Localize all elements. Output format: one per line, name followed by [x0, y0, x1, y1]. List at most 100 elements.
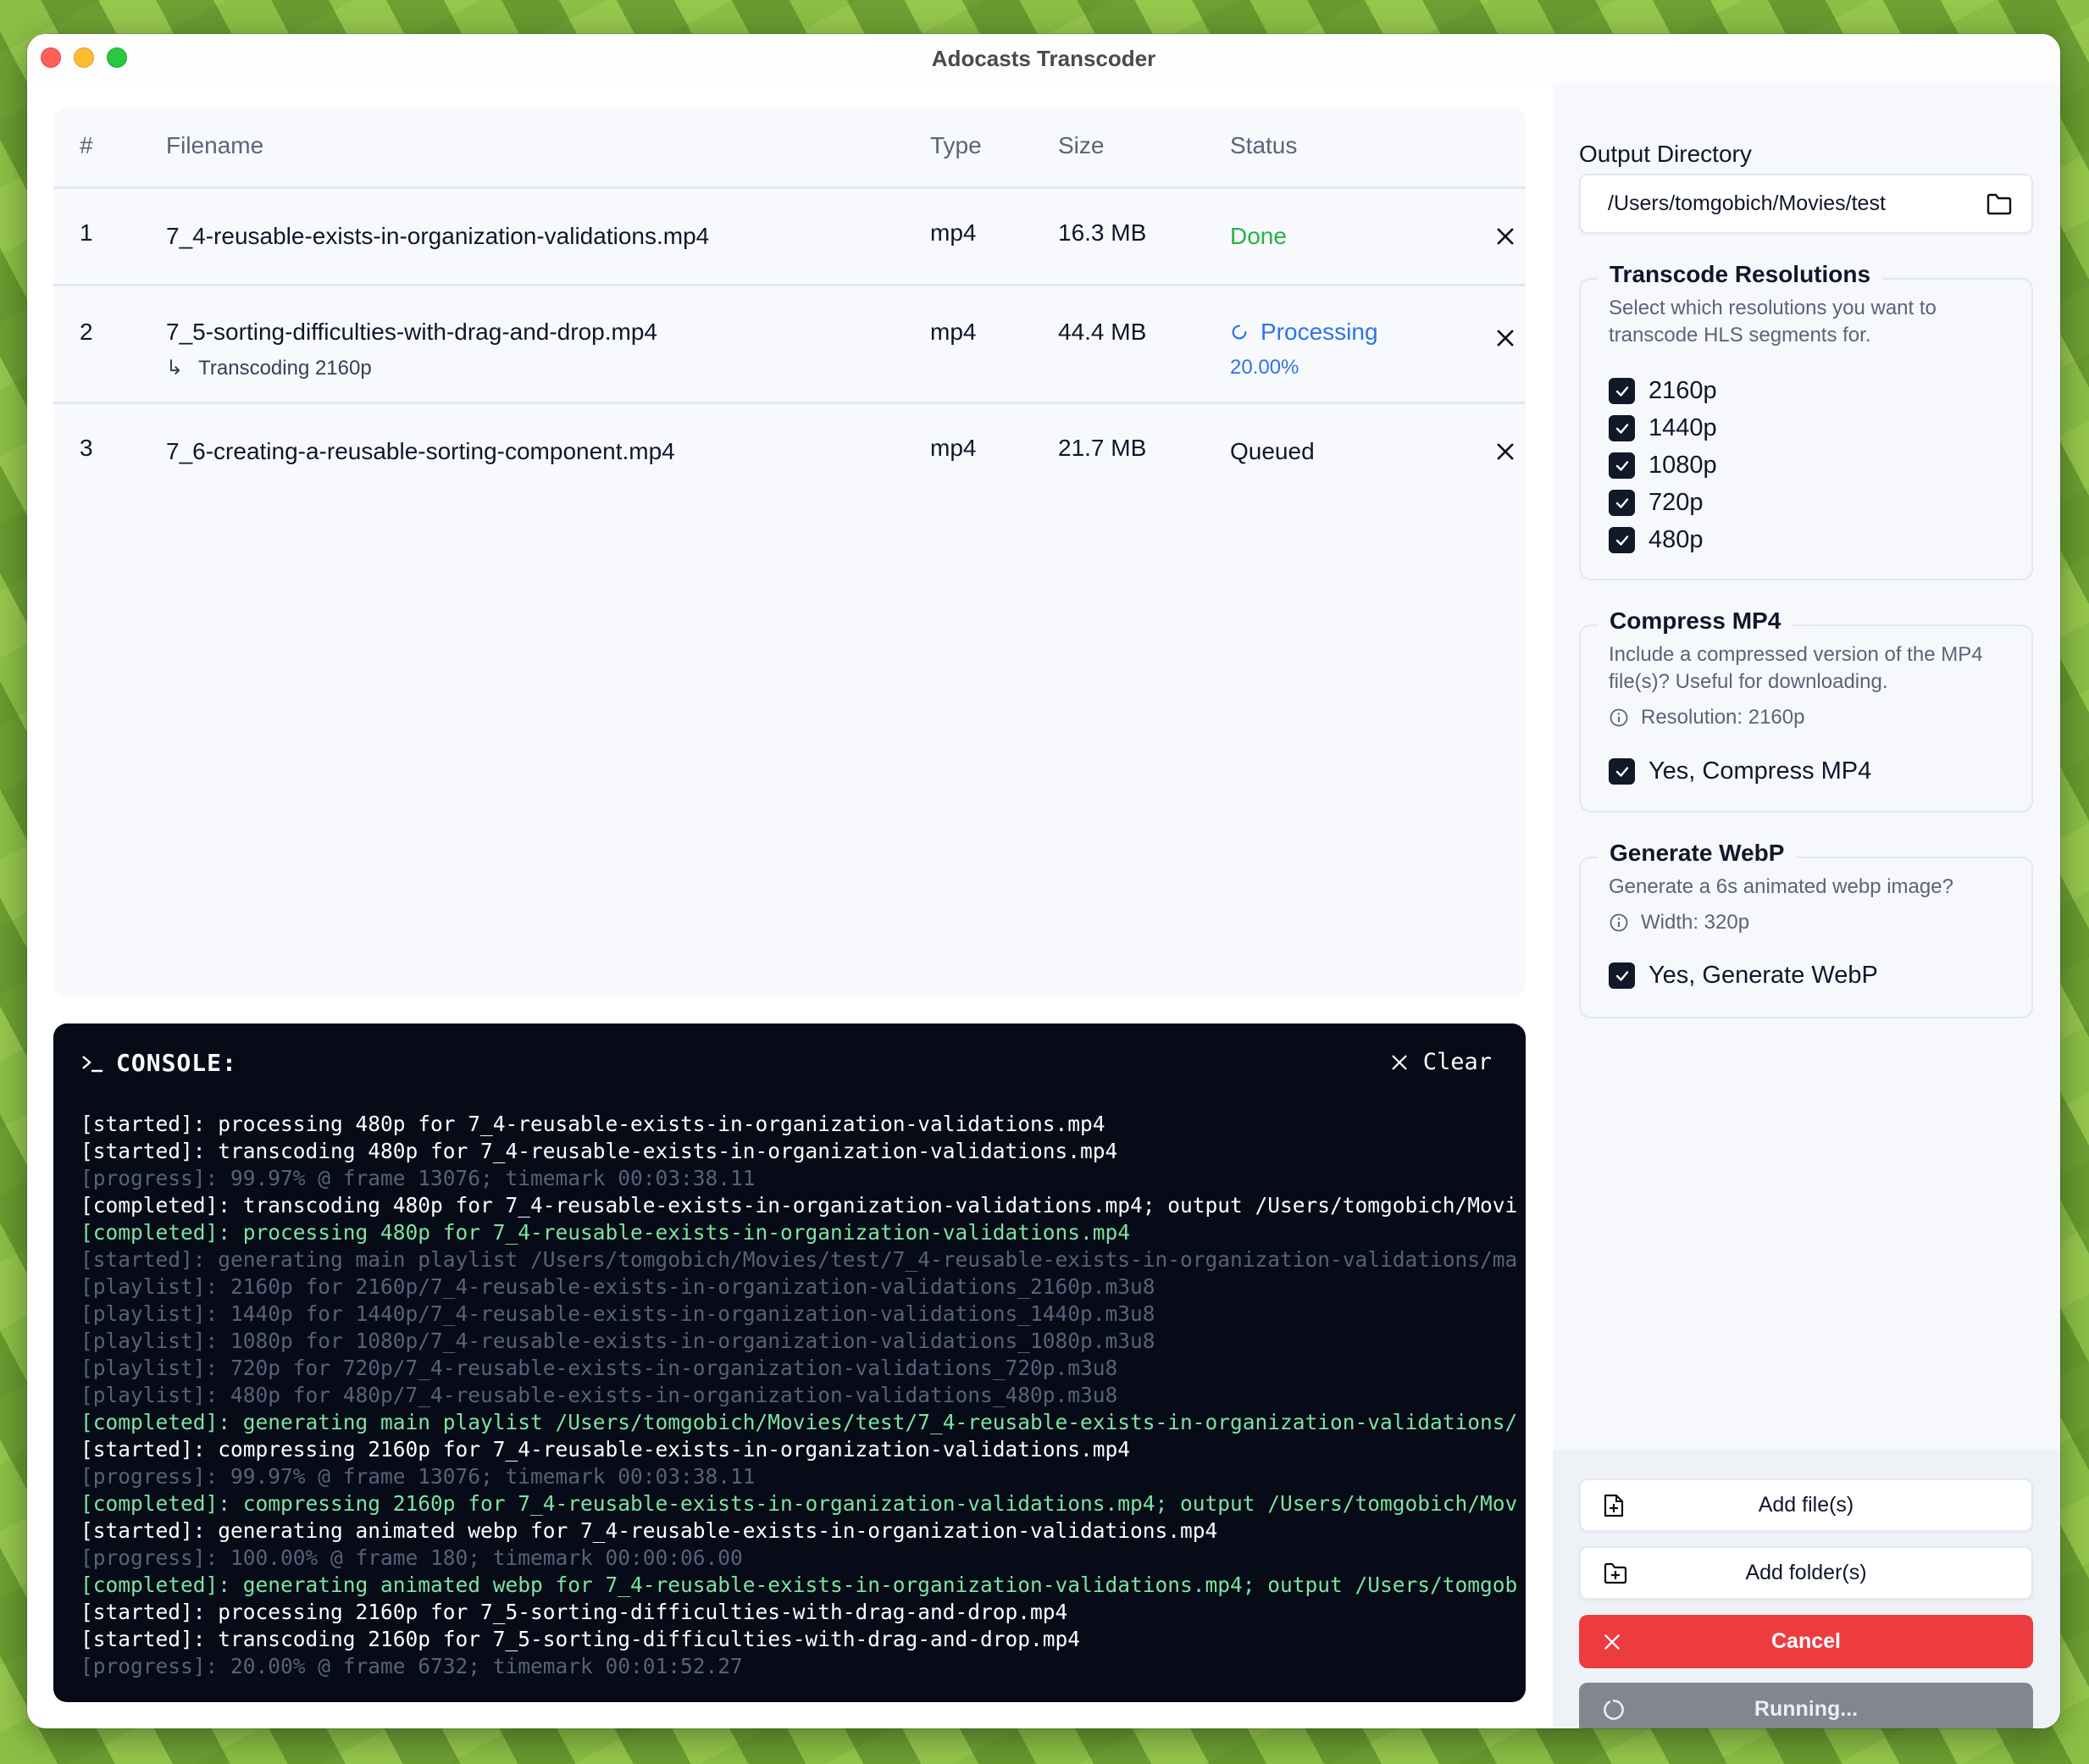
close-icon	[1391, 1054, 1407, 1070]
checkbox-label: 480p	[1648, 526, 1704, 553]
add-folders-button[interactable]: Add folder(s)	[1579, 1546, 2033, 1600]
close-window-button[interactable]	[41, 47, 61, 68]
info-icon	[1610, 913, 1628, 932]
console-panel: CONSOLE: Clear [started]: processing 480…	[53, 1023, 1526, 1702]
checkbox[interactable]	[1609, 378, 1635, 404]
console-line: [started]: generating animated webp for …	[80, 1518, 1218, 1543]
row-size: 21.7 MB	[1058, 435, 1147, 461]
info-icon	[1610, 708, 1628, 727]
console-line: [playlist]: 720p for 720p/7_4-reusable-e…	[80, 1356, 1118, 1380]
output-directory-field[interactable]	[1579, 174, 2033, 234]
app-window: Adocasts Transcoder # Filename Type Size…	[27, 34, 2060, 1728]
cancel-label: Cancel	[1771, 1629, 1841, 1653]
check-icon	[1615, 535, 1628, 546]
status-label: Processing	[1261, 319, 1378, 345]
row-size: 44.4 MB	[1058, 319, 1147, 345]
row-type: mp4	[930, 219, 977, 246]
console-line: [completed]: processing 480p for 7_4-reu…	[80, 1220, 1131, 1245]
checkbox[interactable]	[1609, 452, 1635, 479]
resolution-checkbox-1440p[interactable]: 1440p	[1609, 414, 1717, 442]
checkbox[interactable]	[1609, 490, 1635, 516]
subtask-arrow-icon: ↳	[166, 357, 184, 380]
generate-webp-checkbox[interactable]: Yes, Generate WebP	[1609, 962, 1878, 990]
compress-mp4-legend: Compress MP4	[1598, 607, 1793, 635]
checkbox[interactable]	[1609, 758, 1635, 785]
minimize-window-button[interactable]	[74, 47, 94, 68]
subtask-label: Transcoding 2160p	[198, 356, 372, 380]
header-filename: Filename	[166, 132, 264, 158]
row-num: 3	[80, 435, 93, 461]
console-line: [playlist]: 1080p for 1080p/7_4-reusable…	[80, 1329, 1155, 1353]
checkbox[interactable]	[1609, 415, 1635, 441]
status-progress: 20.00%	[1230, 356, 1299, 379]
resolution-checkbox-2160p[interactable]: 2160p	[1609, 377, 1717, 405]
console-line: [playlist]: 2160p for 2160p/7_4-reusable…	[80, 1274, 1155, 1299]
checkbox-label: 720p	[1648, 489, 1704, 516]
window-controls	[41, 47, 127, 68]
row-filename: 7_4-reusable-exists-in-organization-vali…	[166, 223, 710, 249]
add-files-label: Add file(s)	[1758, 1493, 1854, 1517]
clear-label: Clear	[1422, 1049, 1492, 1075]
remove-file-button[interactable]	[1493, 225, 1517, 248]
remove-file-button[interactable]	[1493, 326, 1517, 350]
console-line: [progress]: 20.00% @ frame 6732; timemar…	[80, 1654, 743, 1678]
clear-console-button[interactable]: Clear	[1389, 1049, 1492, 1075]
resolution-checkbox-720p[interactable]: 720p	[1609, 489, 1704, 517]
header-type: Type	[930, 132, 982, 158]
check-icon	[1615, 766, 1628, 777]
console-line: [started]: transcoding 480p for 7_4-reus…	[80, 1139, 1118, 1163]
title-bar: Adocasts Transcoder	[27, 34, 2060, 83]
maximize-window-button[interactable]	[107, 47, 127, 68]
file-queue-table: # Filename Type Size Status 1 7_4-reusab…	[53, 107, 1526, 997]
close-icon	[1497, 330, 1514, 347]
row-size: 16.3 MB	[1058, 219, 1147, 246]
compress-mp4-group: Compress MP4 Include a compressed versio…	[1579, 607, 2033, 813]
running-button: Running...	[1579, 1683, 2033, 1728]
header-num: #	[80, 132, 93, 158]
console-line: [started]: processing 2160p for 7_5-sort…	[80, 1600, 1068, 1624]
console-log: [started]: processing 480p for 7_4-reusa…	[80, 1111, 1526, 1680]
checkbox[interactable]	[1609, 962, 1635, 989]
generate-webp-description: Generate a 6s animated webp image?	[1609, 875, 1953, 898]
table-row: 2 7_5-sorting-difficulties-with-drag-and…	[53, 286, 1526, 404]
console-line: [completed]: compressing 2160p for 7_4-r…	[80, 1491, 1518, 1516]
table-row: 1 7_4-reusable-exists-in-organization-va…	[53, 189, 1526, 286]
checkbox-label: 2160p	[1648, 377, 1717, 404]
header-size: Size	[1058, 132, 1105, 158]
transcode-resolutions-description: Select which resolutions you want to tra…	[1609, 297, 1937, 347]
resolution-checkbox-480p[interactable]: 480p	[1609, 526, 1704, 554]
compress-mp4-resolution: Resolution: 2160p	[1641, 706, 1805, 729]
console-line: [completed]: generating animated webp fo…	[80, 1573, 1518, 1597]
add-files-button[interactable]: Add file(s)	[1579, 1478, 2033, 1532]
console-line: [completed]: transcoding 480p for 7_4-re…	[80, 1193, 1518, 1218]
console-line: [playlist]: 1440p for 1440p/7_4-reusable…	[80, 1301, 1155, 1326]
check-icon	[1615, 497, 1628, 508]
output-directory-input[interactable]	[1608, 191, 1964, 216]
row-filename: 7_6-creating-a-reusable-sorting-componen…	[166, 438, 675, 464]
console-line: [started]: compressing 2160p for 7_4-reu…	[80, 1437, 1131, 1462]
compress-mp4-checkbox[interactable]: Yes, Compress MP4	[1609, 757, 1871, 785]
folder-icon[interactable]	[1986, 192, 2013, 216]
terminal-icon	[82, 1055, 103, 1072]
row-num: 1	[80, 219, 93, 246]
file-plus-icon	[1603, 1493, 1625, 1518]
folder-plus-icon	[1603, 1562, 1628, 1585]
resolution-checkbox-1080p[interactable]: 1080p	[1609, 452, 1717, 480]
remove-file-button[interactable]	[1493, 440, 1517, 463]
close-icon	[1497, 443, 1514, 460]
row-filename: 7_5-sorting-difficulties-with-drag-and-d…	[166, 319, 657, 345]
cancel-button[interactable]: Cancel	[1579, 1615, 2033, 1668]
spinner-icon	[1601, 1697, 1626, 1722]
generate-webp-info: Width: 320p	[1609, 911, 1749, 935]
compress-mp4-description: Include a compressed version of the MP4 …	[1609, 643, 1983, 693]
check-icon	[1615, 423, 1628, 434]
add-folders-label: Add folder(s)	[1745, 1561, 1867, 1584]
generate-webp-width: Width: 320p	[1641, 911, 1750, 934]
console-title: CONSOLE:	[116, 1049, 237, 1077]
row-subtask: ↳ Transcoding 2160p	[166, 356, 372, 380]
settings-sidebar: Output Directory Transcode Resolutions S…	[1553, 83, 2060, 1728]
checkbox[interactable]	[1609, 527, 1635, 553]
output-directory-label: Output Directory	[1579, 141, 1752, 167]
check-icon	[1615, 460, 1628, 471]
console-line: [progress]: 100.00% @ frame 180; timemar…	[80, 1545, 743, 1570]
